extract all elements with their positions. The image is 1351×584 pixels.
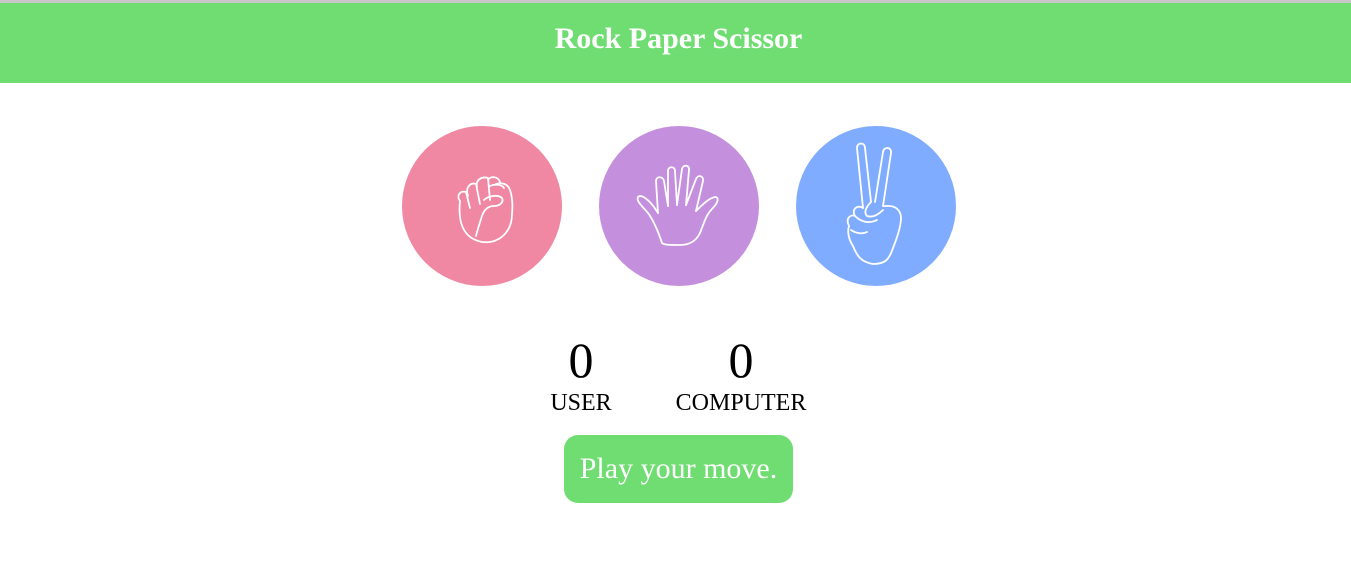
user-score-label: USER xyxy=(550,390,612,416)
rock-hand-icon xyxy=(457,176,514,243)
computer-score-box: 0 COMPUTER xyxy=(661,330,821,416)
scoreboard: 0 USER 0 COMPUTER xyxy=(0,330,1351,420)
computer-score-label: COMPUTER xyxy=(675,390,807,416)
paper-hand-icon xyxy=(636,164,719,246)
scissor-choice-button[interactable] xyxy=(796,126,956,286)
app-header: Rock Paper Scissor xyxy=(0,3,1351,83)
user-score: 0 xyxy=(568,332,594,388)
page-title: Rock Paper Scissor xyxy=(554,22,803,55)
status-message: Play your move. xyxy=(563,435,794,503)
computer-score: 0 xyxy=(728,332,754,388)
user-score-box: 0 USER xyxy=(531,330,631,416)
paper-choice-button[interactable] xyxy=(599,126,759,286)
rock-choice-button[interactable] xyxy=(402,126,562,286)
message-container: Play your move. xyxy=(0,435,1351,503)
scissor-hand-icon xyxy=(846,142,902,265)
choices-container xyxy=(0,126,1351,286)
